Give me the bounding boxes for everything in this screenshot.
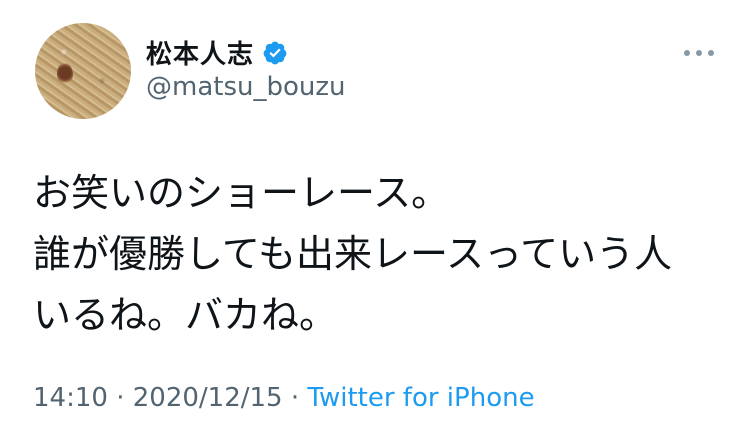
avatar-image-detail [57, 63, 73, 85]
more-dot [684, 50, 690, 56]
avatar[interactable] [35, 23, 131, 119]
verified-badge-icon [262, 40, 288, 66]
author-handle[interactable]: @matsu_bouzu [146, 72, 346, 102]
tweet-text-line: いるね。バカね。 [33, 293, 338, 337]
tweet-date[interactable]: 2020/12/15 [133, 383, 283, 413]
more-options-icon[interactable] [684, 46, 714, 60]
tweet-text-line: お笑いのショーレース。 [33, 171, 450, 215]
tweet-card: 松本人志 @matsu_bouzu お笑いのショーレース。 誰が優勝しても出来レ… [0, 0, 750, 432]
author-name-row: 松本人志 [146, 34, 288, 71]
more-dot [696, 50, 702, 56]
more-dot [708, 50, 714, 56]
tweet-meta: 14:10 · 2020/12/15 · Twitter for iPhone [33, 383, 535, 413]
tweet-time[interactable]: 14:10 [33, 383, 108, 413]
meta-separator: · [282, 383, 308, 413]
author-display-name[interactable]: 松本人志 [146, 34, 254, 71]
meta-separator: · [107, 383, 133, 413]
tweet-text-line: 誰が優勝しても出来レースっていう人 [33, 232, 673, 276]
tweet-source-link[interactable]: Twitter for iPhone [307, 383, 534, 413]
tweet-text: お笑いのショーレース。 誰が優勝しても出来レースっていう人 いるね。バカね。 [33, 163, 723, 346]
